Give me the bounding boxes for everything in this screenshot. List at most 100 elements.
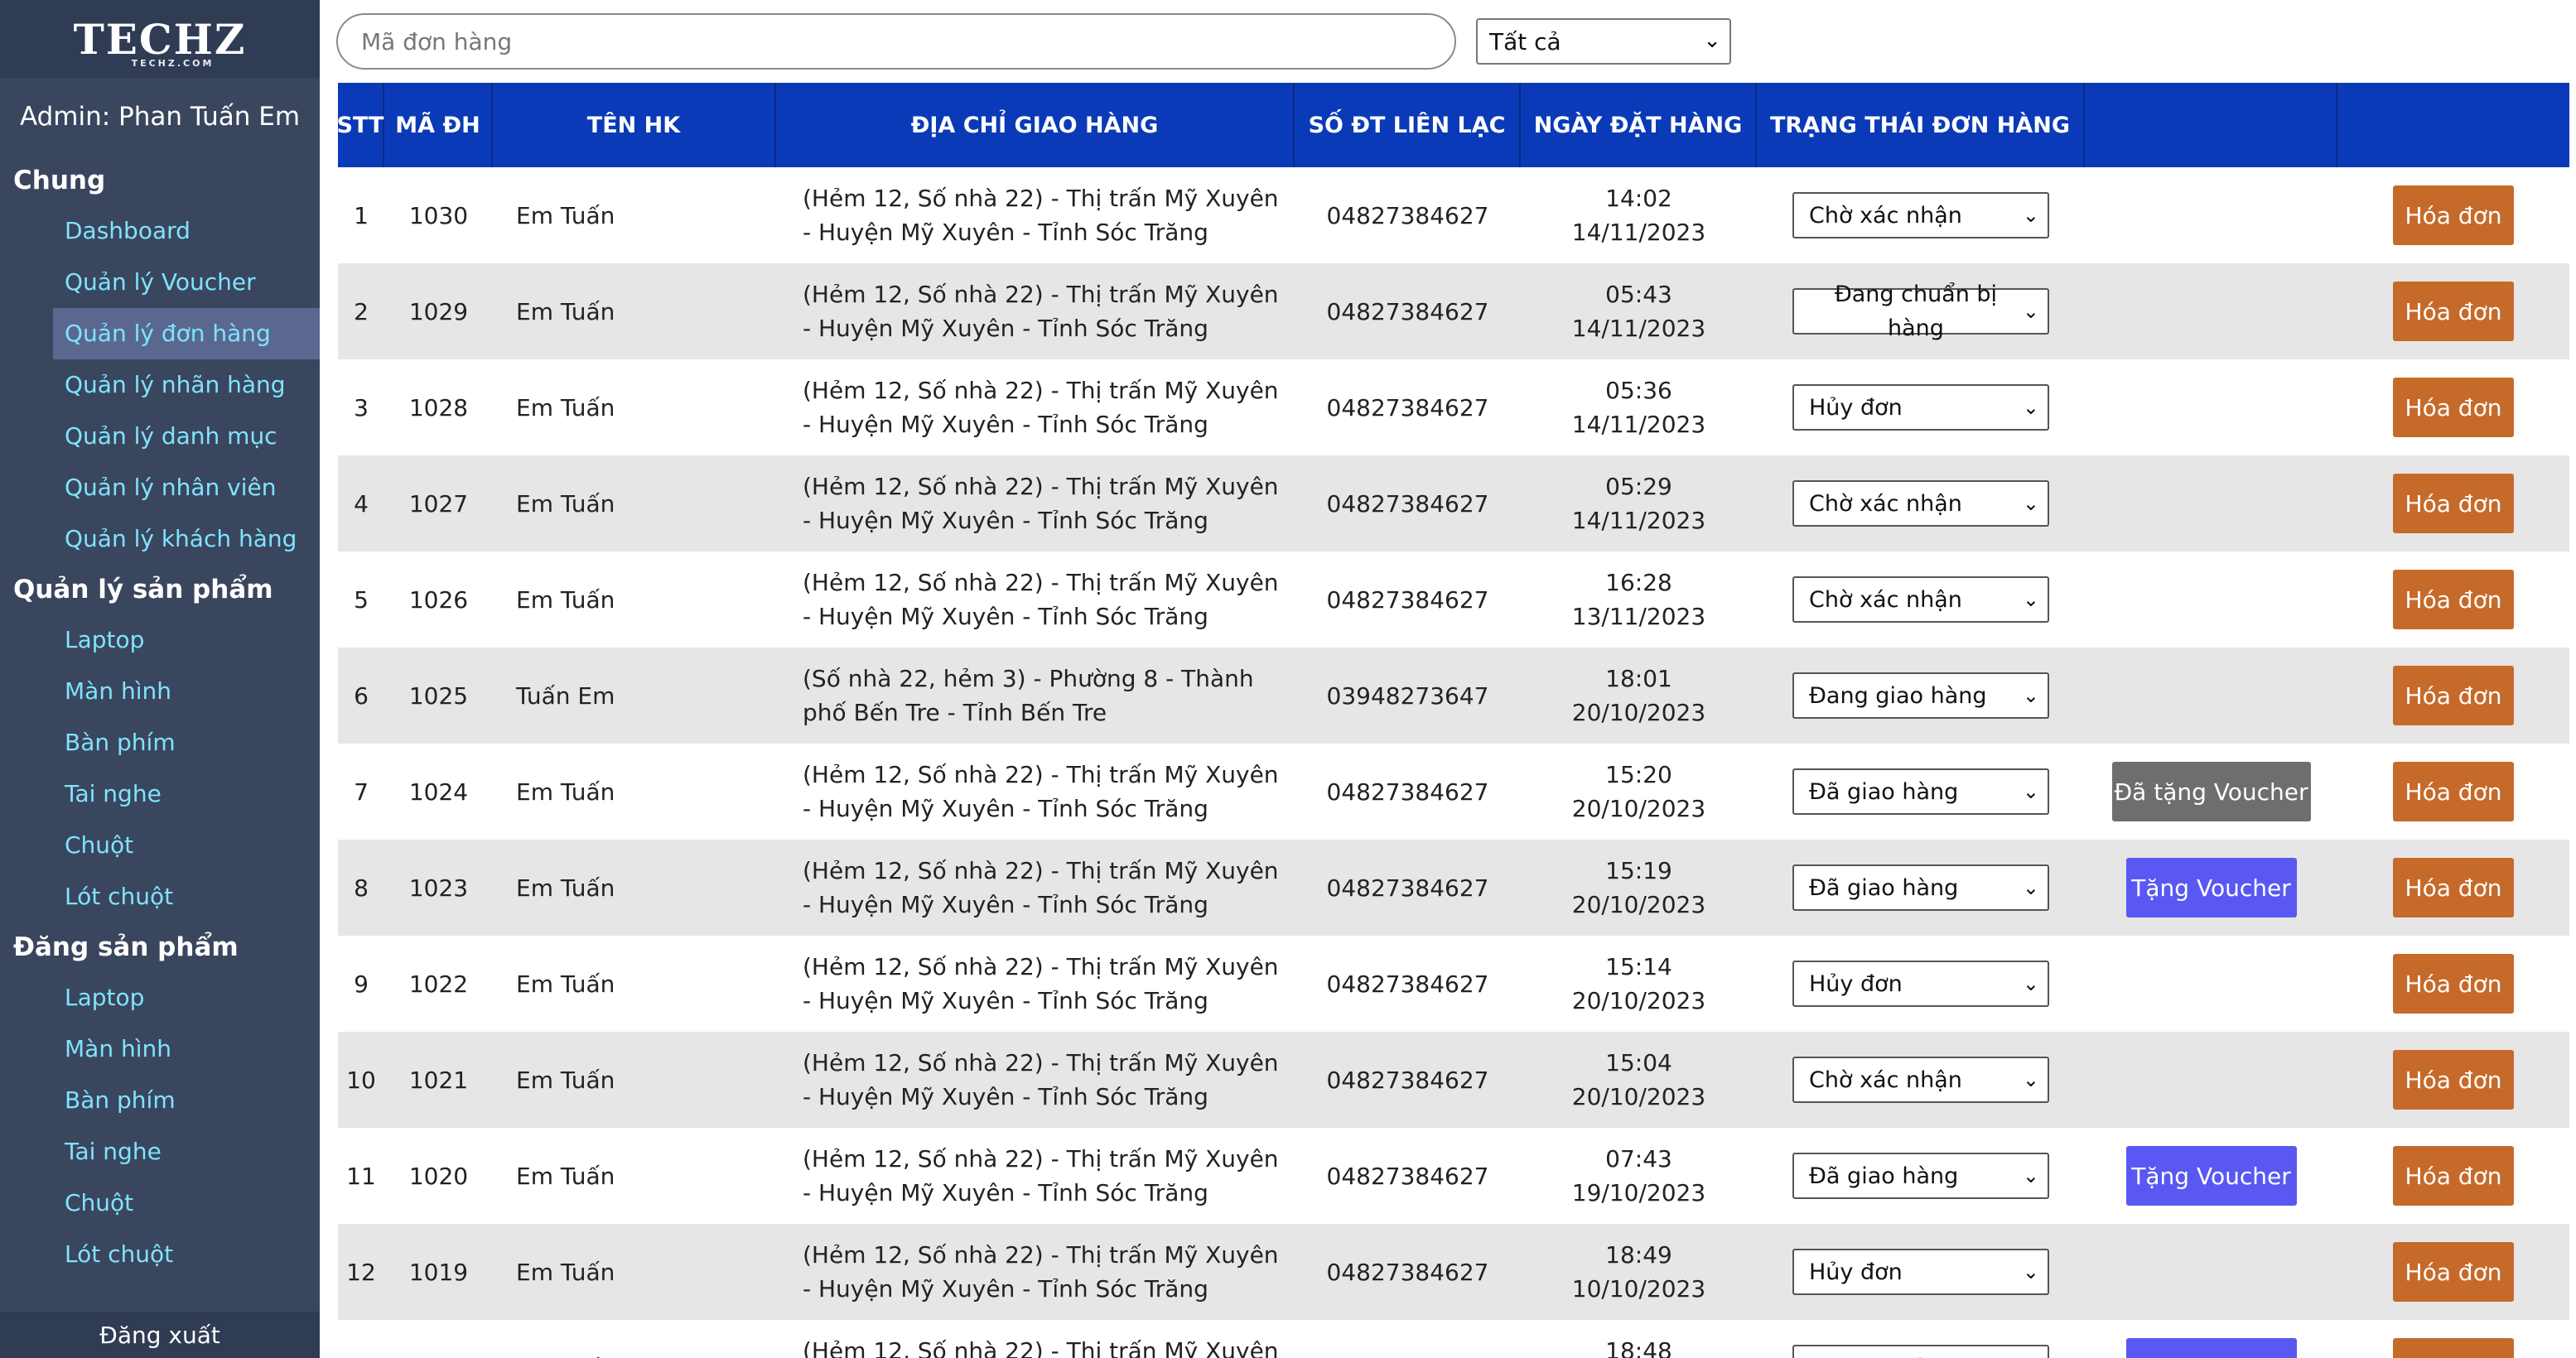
logo[interactable]: TECHZ TECHZ.COM xyxy=(0,0,320,78)
table-row: 9 1022 Em Tuấn (Hẻm 12, Số nhà 22) - Thị tr… xyxy=(338,936,2569,1032)
table-row: 12 1019 Em Tuấn (Hẻm 12, Số nhà 22) - Thị t… xyxy=(338,1224,2569,1320)
sidebar-item[interactable]: Bàn phím xyxy=(0,717,320,768)
cell-address: (Số nhà 22, hẻm 3) - Phường 8 - Thành phố… xyxy=(776,648,1295,744)
order-status-select[interactable]: Đang chuẩn bị hàng ⌄ xyxy=(1792,282,2049,341)
sidebar-item[interactable]: Chuột xyxy=(0,820,320,871)
sidebar-item[interactable]: Quản lý danh mục xyxy=(0,411,320,462)
cell-stt: 10 xyxy=(346,1066,376,1094)
invoice-button[interactable]: Hóa đơn xyxy=(2393,666,2514,725)
chevron-down-icon: ⌄ xyxy=(2022,1259,2039,1283)
logout-button[interactable]: Đăng xuất xyxy=(0,1312,320,1358)
sidebar-item[interactable]: Lót chuột xyxy=(0,871,320,922)
header-voucher xyxy=(2085,83,2337,167)
voucher-button[interactable]: Tặng Voucher xyxy=(2125,1146,2297,1206)
cell-customer-name: Em Tuấn xyxy=(516,393,615,421)
invoice-button[interactable]: Hóa đơn xyxy=(2393,762,2514,821)
cell-stt: 11 xyxy=(346,1162,376,1190)
sidebar-item[interactable]: Quản lý đơn hàng xyxy=(53,308,320,359)
order-status-value: Chờ xác nhận xyxy=(1809,586,1962,613)
invoice-button[interactable]: Hóa đơn xyxy=(2393,378,2514,437)
sidebar-item[interactable]: Chuột xyxy=(0,1177,320,1229)
order-status-select[interactable]: Đã giao hàng ⌄ xyxy=(1792,1153,2049,1199)
chevron-down-icon: ⌄ xyxy=(2022,1163,2039,1187)
cell-invoice: Hóa đơn xyxy=(2337,263,2569,359)
sidebar-item[interactable]: Quản lý nhãn hàng xyxy=(0,359,320,411)
cell-customer-name: Em Tuấn xyxy=(516,1066,615,1094)
cell-order-date: 16:28 13/11/2023 xyxy=(1521,551,1757,648)
logo-subtext: TECHZ.COM xyxy=(131,57,215,69)
order-status-select[interactable]: Đã giao hàng ⌄ xyxy=(1792,768,2049,815)
cell-phone: 04827384627 xyxy=(1326,970,1489,998)
sidebar-item[interactable]: Lót chuột xyxy=(0,1229,320,1280)
cell-order-id: 1027 xyxy=(408,489,469,518)
cell-stt: 8 xyxy=(354,874,369,902)
address-line-2: - Huyện Mỹ Xuyên - Tỉnh Sóc Trăng xyxy=(803,795,1208,822)
order-status-value: Đang giao hàng xyxy=(1809,682,1987,709)
order-status-select[interactable]: Chờ xác nhận ⌄ xyxy=(1792,480,2049,527)
sidebar-item[interactable]: Tai nghe xyxy=(0,768,320,820)
status-filter-select[interactable]: Tất cả ⌄ xyxy=(1476,18,1731,65)
order-status-select[interactable]: Hủy đơn ⌄ xyxy=(1792,961,2049,1007)
order-status-select[interactable]: Chờ xác nhận ⌄ xyxy=(1792,192,2049,238)
chevron-down-icon: ⌄ xyxy=(2022,491,2039,515)
order-status-select[interactable]: Hủy đơn ⌄ xyxy=(1792,384,2049,431)
sidebar-item[interactable]: Màn hình xyxy=(0,666,320,717)
cell-status: Chờ xác nhận ⌄ xyxy=(1757,551,2085,648)
invoice-button[interactable]: Hóa đơn xyxy=(2393,1338,2514,1358)
sidebar-item[interactable]: Dashboard xyxy=(0,205,320,257)
cell-status: Chờ xác nhận ⌄ xyxy=(1757,455,2085,551)
sidebar-item[interactable]: Tai nghe xyxy=(0,1126,320,1177)
order-status-select[interactable]: Đã giao hàng ⌄ xyxy=(1792,864,2049,911)
invoice-button[interactable]: Hóa đơn xyxy=(2393,954,2514,1014)
cell-address: (Hẻm 12, Số nhà 22) - Thị trấn Mỹ Xuyên -… xyxy=(776,1032,1295,1128)
invoice-button[interactable]: Hóa đơn xyxy=(2393,282,2514,341)
invoice-button[interactable]: Hóa đơn xyxy=(2393,1050,2514,1110)
order-status-select[interactable]: Chờ xác nhận ⌄ xyxy=(1792,576,2049,623)
chevron-down-icon: ⌄ xyxy=(2022,971,2039,995)
chevron-down-icon: ⌄ xyxy=(2022,1067,2039,1091)
order-status-select[interactable]: Chờ xác nhận ⌄ xyxy=(1792,1057,2049,1103)
sidebar-item[interactable]: Laptop xyxy=(0,972,320,1023)
cell-customer-name: Tuấn Em xyxy=(516,681,615,710)
cell-order-id: 1020 xyxy=(408,1162,469,1190)
sidebar-item[interactable]: Laptop xyxy=(0,614,320,666)
sidebar-group-title: Đăng sản phẩm xyxy=(13,932,239,962)
order-status-select[interactable]: Đã giao hàng ⌄ xyxy=(1792,1345,2049,1358)
cell-status: Hủy đơn ⌄ xyxy=(1757,936,2085,1032)
order-date: 10/10/2023 xyxy=(1571,1275,1706,1303)
address-line-1: (Hẻm 12, Số nhà 22) - Thị trấn Mỹ Xuyên xyxy=(803,569,1279,596)
voucher-button[interactable]: Tặng Voucher xyxy=(2125,1338,2297,1358)
cell-order-id: 1019 xyxy=(408,1258,469,1286)
table-row: 11 1020 Em Tuấn (Hẻm 12, Số nhà 22) - Thị t… xyxy=(338,1128,2569,1224)
sidebar-item[interactable]: Màn hình xyxy=(0,1023,320,1075)
sidebar-item[interactable]: Quản lý Voucher xyxy=(0,257,320,308)
cell-order-date: 15:20 20/10/2023 xyxy=(1521,744,1757,840)
cell-phone: 04827384627 xyxy=(1326,778,1489,806)
order-date: 20/10/2023 xyxy=(1571,891,1706,918)
cell-stt: 13 xyxy=(338,1320,384,1358)
cell-status: Đã giao hàng ⌄ xyxy=(1757,840,2085,936)
header-status: TRẠNG THÁI ĐƠN HÀNG xyxy=(1757,83,2085,167)
order-status-select[interactable]: Đang giao hàng ⌄ xyxy=(1792,672,2049,719)
sidebar-item[interactable]: Quản lý khách hàng xyxy=(0,513,320,565)
order-status-select[interactable]: Hủy đơn ⌄ xyxy=(1792,1249,2049,1295)
sidebar-item[interactable]: Bàn phím xyxy=(0,1075,320,1126)
table-body: 1 1030 Em Tuấn (Hẻm 12, Số nhà 22) - Thị tr… xyxy=(338,167,2569,1358)
table-row: 131018Em Tuấn(Hẻm 12, Số nhà 22) - Thị t… xyxy=(338,1320,2569,1358)
cell-customer-name: Em Tuấn xyxy=(516,585,615,614)
voucher-button[interactable]: Tặng Voucher xyxy=(2125,858,2297,917)
invoice-button[interactable]: Hóa đơn xyxy=(2393,474,2514,533)
cell-invoice: Hóa đơn xyxy=(2337,1032,2569,1128)
order-time: 07:43 xyxy=(1605,1145,1672,1173)
invoice-button[interactable]: Hóa đơn xyxy=(2393,1146,2514,1206)
cell-invoice: Hóa đơn xyxy=(2337,936,2569,1032)
invoice-button[interactable]: Hóa đơn xyxy=(2393,858,2514,917)
invoice-button[interactable]: Hóa đơn xyxy=(2393,570,2514,629)
order-search-input[interactable]: Mã đơn hàng xyxy=(336,13,1456,70)
invoice-button[interactable]: Hóa đơn xyxy=(2393,185,2514,245)
chevron-down-icon: ⌄ xyxy=(2022,683,2039,707)
voucher-button[interactable]: Đã tặng Voucher xyxy=(2111,762,2311,821)
orders-table: STT MÃ ĐH TÊN HK ĐỊA CHỈ GIAO HÀNG SỐ ĐT… xyxy=(337,83,2569,1358)
invoice-button[interactable]: Hóa đơn xyxy=(2393,1242,2514,1302)
sidebar-item[interactable]: Quản lý nhân viên xyxy=(0,462,320,513)
